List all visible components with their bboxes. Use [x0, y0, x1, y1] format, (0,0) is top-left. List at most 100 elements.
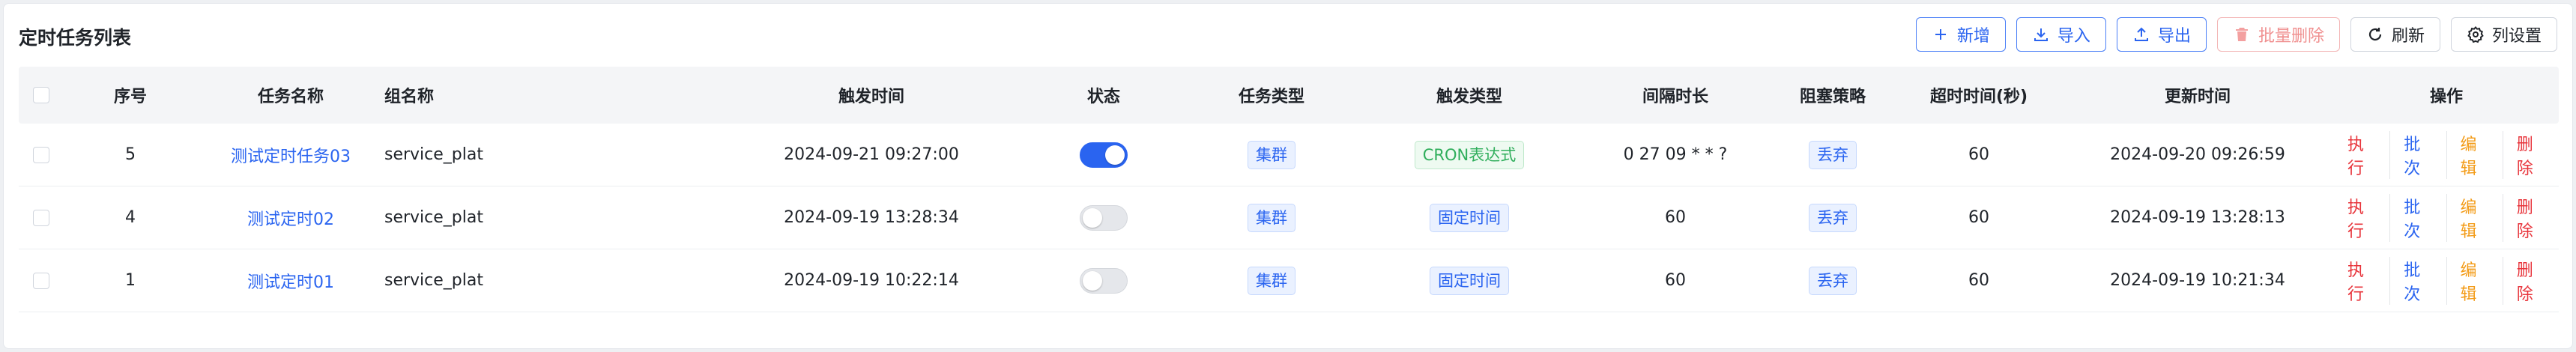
column-header-trigger-time: 触发时间: [838, 88, 904, 106]
row-checkbox-cell: [19, 186, 64, 249]
row-seq: 4: [125, 208, 136, 227]
row-block-strategy-cell: 丢弃: [1769, 124, 1896, 186]
panel-header: 定时任务列表 新增 导入 导出 批量删除 刷新 列设置: [19, 16, 2557, 55]
row-seq: 1: [125, 271, 136, 290]
status-toggle[interactable]: [1080, 204, 1128, 231]
row-status-cell: [1021, 249, 1186, 312]
row-trigger-type-cell: 固定时间: [1357, 249, 1582, 312]
trigger-type-tag: CRON表达式: [1414, 140, 1525, 169]
execute-link[interactable]: 执行: [2334, 194, 2389, 242]
row-name-cell: 测试定时01: [197, 249, 384, 312]
column-header-seq: 序号: [113, 88, 147, 106]
row-interval: 0 27 09 * * ?: [1623, 145, 1728, 164]
upload-icon: [2134, 27, 2148, 41]
import-button[interactable]: 导入: [2016, 17, 2106, 52]
row-timeout: 60: [1968, 271, 1989, 290]
export-button[interactable]: 导出: [2116, 17, 2207, 52]
row-actions: 执行 批次 编辑 删除: [2334, 186, 2559, 249]
row-status-cell: [1021, 186, 1186, 249]
row-updated: 2024-09-19 10:21:34: [2110, 271, 2285, 290]
column-header-updated: 更新时间: [2164, 88, 2231, 106]
row-updated: 2024-09-19 13:28:13: [2110, 208, 2285, 227]
task-name-link[interactable]: 测试定时01: [247, 269, 334, 293]
page-title: 定时任务列表: [19, 27, 132, 49]
block-strategy-tag: 丢弃: [1809, 203, 1857, 232]
add-button[interactable]: 新增: [1915, 17, 2006, 52]
batch-link[interactable]: 批次: [2389, 193, 2446, 242]
task-type-tag: 集群: [1248, 266, 1295, 295]
column-header-task-type: 任务类型: [1238, 88, 1304, 106]
header-checkbox-cell: [19, 67, 64, 124]
refresh-button-label: 刷新: [2391, 27, 2425, 46]
column-header-status: 状态: [1086, 88, 1120, 106]
column-header-block-strategy: 阻塞策略: [1799, 88, 1866, 106]
column-header-interval: 间隔时长: [1642, 88, 1708, 106]
export-button-label: 导出: [2157, 27, 2191, 46]
row-timeout: 60: [1968, 208, 1989, 227]
delete-link[interactable]: 删除: [2502, 256, 2559, 305]
row-name-cell: 测试定时02: [197, 186, 384, 249]
delete-link[interactable]: 删除: [2502, 130, 2559, 179]
trigger-type-tag: 固定时间: [1430, 266, 1509, 295]
row-group: service_plat: [384, 145, 483, 164]
select-all-checkbox[interactable]: [33, 87, 49, 103]
toggle-knob: [1105, 145, 1125, 165]
edit-link[interactable]: 编辑: [2446, 193, 2503, 242]
row-interval: 60: [1665, 271, 1686, 290]
status-toggle[interactable]: [1080, 267, 1128, 294]
row-trigger-type-cell: CRON表达式: [1357, 124, 1582, 186]
column-header-trigger-type: 触发类型: [1436, 88, 1502, 106]
import-button-label: 导入: [2057, 27, 2090, 46]
row-checkbox[interactable]: [33, 209, 49, 226]
row-trigger-time: 2024-09-19 10:22:14: [784, 271, 959, 290]
toggle-knob: [1083, 207, 1102, 228]
row-block-strategy-cell: 丢弃: [1769, 186, 1896, 249]
plus-icon: [1935, 29, 1946, 40]
refresh-button[interactable]: 刷新: [2350, 17, 2440, 52]
delete-link[interactable]: 删除: [2502, 193, 2559, 242]
column-settings-button[interactable]: 列设置: [2450, 17, 2557, 52]
task-table: 序号 任务名称 组名称 触发时间 状态 任务类型 触发类型 间隔时长 阻塞策略 …: [19, 67, 2559, 312]
row-trigger-type-cell: 固定时间: [1357, 186, 1582, 249]
task-type-tag: 集群: [1248, 140, 1295, 169]
row-checkbox[interactable]: [33, 146, 49, 163]
row-name-cell: 测试定时任务03: [197, 124, 384, 186]
row-interval: 60: [1665, 208, 1686, 227]
trash-icon: [2235, 28, 2248, 41]
row-block-strategy-cell: 丢弃: [1769, 249, 1896, 312]
row-checkbox-cell: [19, 124, 64, 186]
row-checkbox[interactable]: [33, 272, 49, 289]
table-row: 1 测试定时01 service_plat 2024-09-19 10:22:1…: [19, 249, 2559, 312]
edit-link[interactable]: 编辑: [2446, 256, 2503, 305]
row-checkbox-cell: [19, 249, 64, 312]
status-toggle[interactable]: [1080, 142, 1128, 168]
edit-link[interactable]: 编辑: [2446, 130, 2503, 179]
batch-link[interactable]: 批次: [2389, 256, 2446, 305]
trigger-type-tag: 固定时间: [1430, 203, 1509, 232]
row-trigger-time: 2024-09-19 13:28:34: [784, 208, 959, 227]
add-button-label: 新增: [1956, 27, 1990, 46]
task-type-tag: 集群: [1248, 203, 1295, 232]
block-strategy-tag: 丢弃: [1809, 266, 1857, 295]
row-actions: 执行 批次 编辑 删除: [2334, 124, 2559, 186]
row-group: service_plat: [384, 208, 483, 227]
refresh-icon: [2368, 28, 2382, 41]
row-group: service_plat: [384, 271, 483, 290]
download-icon: [2034, 28, 2048, 41]
batch-delete-button-label: 批量删除: [2258, 27, 2324, 46]
row-timeout: 60: [1968, 145, 1989, 164]
execute-link[interactable]: 执行: [2334, 257, 2389, 305]
row-status-cell: [1021, 124, 1186, 186]
column-header-timeout: 超时时间(秒): [1929, 88, 2028, 106]
execute-link[interactable]: 执行: [2334, 131, 2389, 179]
row-updated: 2024-09-20 09:26:59: [2110, 145, 2285, 164]
row-trigger-time: 2024-09-21 09:27:00: [784, 145, 959, 164]
batch-delete-button[interactable]: 批量删除: [2216, 17, 2340, 52]
table-row: 5 测试定时任务03 service_plat 2024-09-21 09:27…: [19, 124, 2559, 186]
row-task-type-cell: 集群: [1186, 186, 1357, 249]
task-name-link[interactable]: 测试定时任务03: [231, 143, 351, 167]
column-header-group: 组名称: [384, 88, 435, 106]
task-name-link[interactable]: 测试定时02: [247, 206, 334, 230]
gear-icon: [2467, 26, 2484, 43]
batch-link[interactable]: 批次: [2389, 130, 2446, 179]
